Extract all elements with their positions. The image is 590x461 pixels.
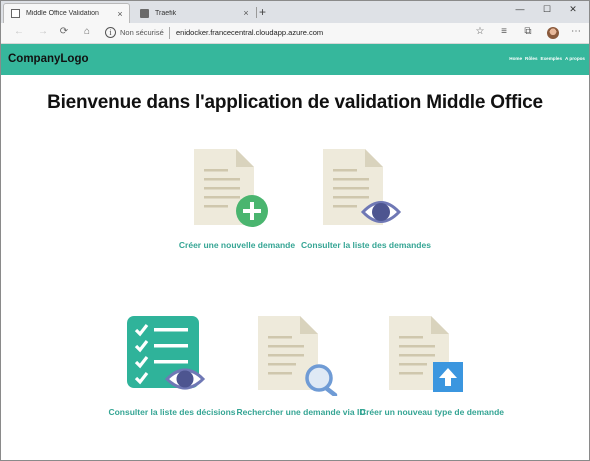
search-request-link[interactable]: Rechercher une demande via ID — [226, 406, 376, 418]
reload-button[interactable]: ⟳ — [57, 26, 71, 37]
url-field[interactable]: enidocker.francecentral.cloudapp.azure.c… — [176, 28, 323, 37]
favorite-star-icon[interactable]: ☆ — [473, 26, 487, 37]
nav-exemples[interactable]: Exemples — [541, 56, 562, 61]
tab-close-icon[interactable]: × — [240, 8, 252, 18]
page-icon — [11, 9, 20, 18]
checklist-view-icon[interactable] — [127, 314, 207, 394]
home-button[interactable]: ⌂ — [80, 26, 94, 37]
tab-separator — [256, 7, 257, 18]
tab-title: Traefik — [155, 9, 177, 17]
collections-icon[interactable]: ⧉ — [521, 26, 535, 37]
tab-middle-office[interactable]: Middle Office Validation × — [3, 3, 130, 23]
tab-close-icon[interactable]: × — [114, 9, 126, 19]
back-button[interactable]: ← — [12, 26, 26, 37]
document-view-icon[interactable] — [321, 147, 403, 227]
document-add-icon[interactable] — [192, 147, 272, 227]
minimize-button[interactable]: — — [510, 4, 530, 14]
security-status[interactable]: Non sécurisé — [120, 28, 164, 37]
site-nav: Home Rôles Exemples A propos — [509, 56, 585, 61]
document-upload-icon[interactable] — [387, 314, 467, 394]
create-request-link[interactable]: Créer une nouvelle demande — [162, 239, 312, 251]
browser-window: Middle Office Validation × Traefik × + —… — [0, 0, 590, 461]
traefik-icon — [140, 8, 149, 18]
new-tab-button[interactable]: + — [259, 5, 266, 19]
new-request-type-link[interactable]: Créer un nouveau type de demande — [357, 406, 507, 418]
tab-traefik[interactable]: Traefik × — [133, 3, 255, 23]
menu-icon[interactable]: ⋯ — [569, 26, 583, 37]
page-title: Bienvenue dans l'application de validati… — [47, 92, 543, 113]
maximize-button[interactable]: ☐ — [537, 4, 557, 15]
address-toolbar: ← → ⟳ ⌂ i Non sécurisé enidocker.francec… — [1, 23, 589, 44]
nav-a-propos[interactable]: A propos — [565, 56, 585, 61]
profile-avatar[interactable] — [547, 27, 559, 39]
address-divider — [169, 27, 170, 39]
tab-title: Middle Office Validation — [26, 10, 99, 17]
forward-button[interactable]: → — [36, 26, 50, 37]
info-icon[interactable]: i — [105, 27, 116, 38]
nav-roles[interactable]: Rôles — [525, 56, 538, 61]
favorites-bar-icon[interactable]: ≡ — [497, 26, 511, 37]
view-decisions-link[interactable]: Consulter la liste des décisions — [97, 406, 247, 418]
tab-strip: Middle Office Validation × Traefik × + —… — [1, 1, 589, 23]
close-window-button[interactable]: ✕ — [563, 4, 583, 15]
site-header: CompanyLogo Home Rôles Exemples A propos — [1, 44, 589, 75]
company-logo[interactable]: CompanyLogo — [8, 53, 89, 65]
view-requests-link[interactable]: Consulter la liste des demandes — [291, 239, 441, 251]
nav-home[interactable]: Home — [509, 56, 522, 61]
document-search-icon[interactable] — [256, 314, 338, 396]
